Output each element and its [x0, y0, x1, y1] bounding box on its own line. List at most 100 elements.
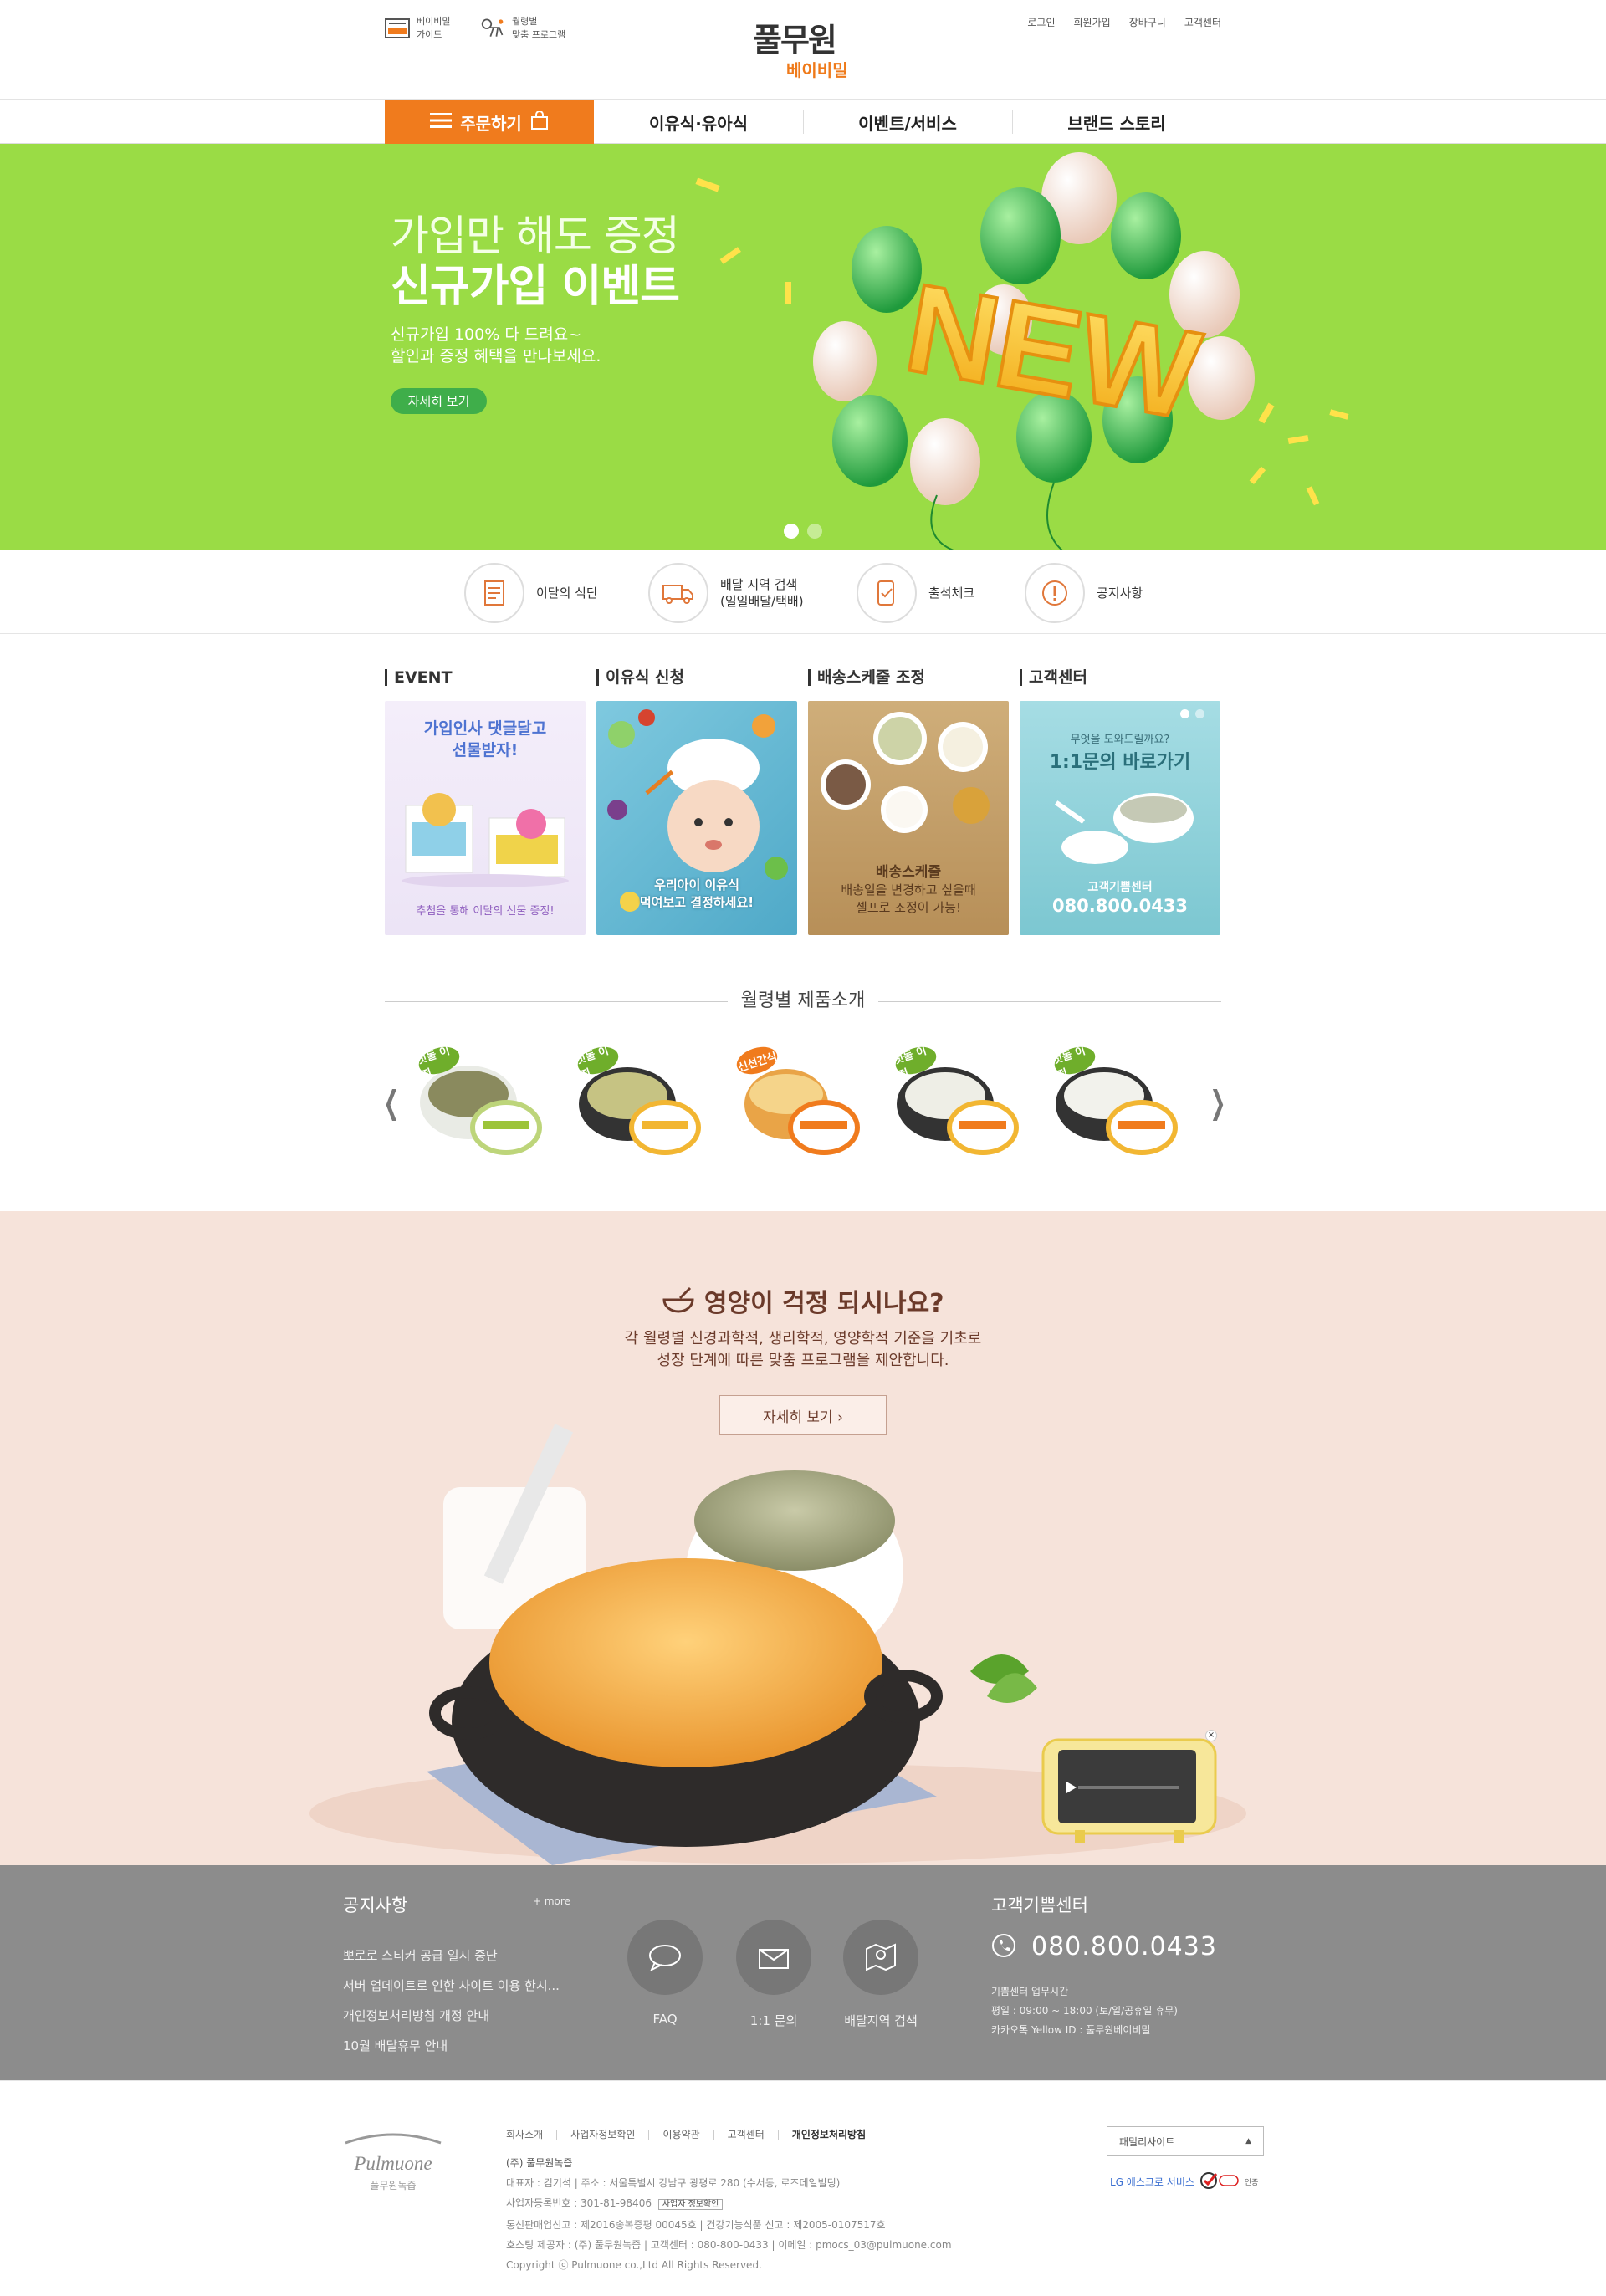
footer-link-terms[interactable]: 이용약관: [648, 2130, 713, 2140]
nav-event-service[interactable]: 이벤트/서비스: [803, 100, 1012, 144]
area-search-button[interactable]: 배달지역 검색: [843, 1920, 918, 2029]
month-products-title: 월령별 제품소개: [740, 990, 866, 1011]
product-item[interactable]: 신선간식: [732, 1042, 866, 1168]
attendance-check-icon: [857, 563, 917, 623]
quick-notice-label: 공지사항: [1097, 586, 1143, 601]
notice-item[interactable]: 서버 업데이트로 인한 사이트 이용 한시...: [343, 1971, 577, 2001]
nav-brand-story[interactable]: 브랜드 스토리: [1012, 100, 1221, 144]
footer-copyright: Copyright ⓒ Pulmuone co.,Ltd All Rights …: [506, 2259, 762, 2271]
slide-dot-2[interactable]: [807, 524, 822, 539]
card-schedule-banner[interactable]: 배송스케줄 배송일을 변경하고 싶을때 셀프로 조정이 가능!: [808, 701, 1009, 935]
join-link[interactable]: 회원가입: [1073, 15, 1110, 29]
card-schedule-title: 배송스케줄 조정: [808, 669, 1009, 686]
quick-notice[interactable]: 공지사항: [1025, 563, 1143, 623]
balloons-illustration: NEW: [695, 152, 1349, 550]
faq-button[interactable]: FAQ: [627, 1920, 703, 2027]
card-center-cap-1: 무엇을 도와드릴까요?: [1070, 734, 1170, 746]
month-label-2: 맞춤 프로그램: [512, 29, 566, 40]
footer-brand-sub: 풀무원녹즙: [370, 2180, 417, 2191]
site-logo[interactable]: 풀무원 베이비밀: [753, 23, 862, 82]
inquiry-button[interactable]: 1:1 문의: [736, 1920, 811, 2029]
notice-item[interactable]: 개인정보처리방침 개정 안내: [343, 2001, 577, 2031]
card-event-banner[interactable]: 가입인사 댓글달고 선물받자! 추첨을 통해 이달의 선물 증정!: [385, 701, 586, 935]
babymeal-guide-link[interactable]: 베이비밀 가이드: [385, 15, 450, 42]
nutrition-desc-line-2: 성장 단계에 따른 맞춤 프로그램을 제안합니다.: [657, 1352, 949, 1369]
product-item[interactable]: 첫돌 이전: [414, 1042, 548, 1168]
logo-main-text: 풀무원: [753, 22, 837, 59]
card-schedule-cap-2: 배송일을 변경하고 싶을때: [841, 882, 976, 897]
close-video-icon[interactable]: ×: [1205, 1730, 1217, 1741]
bowl-whisk-icon: [662, 1286, 695, 1318]
notice-more-link[interactable]: + more: [533, 1895, 570, 1907]
hours-heading: 기쁨센터 업무시간: [991, 1986, 1069, 1997]
footer-company-info: (주) 풀무원녹즙 대표자 : 김기석 | 주소 : 서울특별시 강남구 광평로…: [506, 2153, 1008, 2275]
card-center-cap-2: 1:1문의 바로가기: [1049, 752, 1191, 773]
notice-list: 뽀로로 스티커 공급 일시 중단 서버 업데이트로 인한 사이트 이용 한시..…: [343, 1941, 577, 2061]
order-label: 주문하기: [460, 113, 522, 134]
order-button[interactable]: 주문하기: [385, 100, 594, 144]
inquiry-label: 1:1 문의: [749, 2013, 798, 2028]
card-event-cap-2: 선물받자!: [452, 741, 519, 759]
quick-menu: 이달의 식단 배달 지역 검색 (일일배달/택배) 출석체크 공지사항: [0, 550, 1606, 634]
card-apply-title: 이유식 신청: [596, 669, 797, 686]
notice-heading: 공지사항: [343, 1895, 408, 1915]
family-site-select[interactable]: 패밀리사이트 ▲: [1107, 2126, 1264, 2156]
hero-desc-line-1: 신규가입 100% 다 드려요~: [391, 325, 582, 344]
escrow-check-icon: [1199, 2171, 1240, 2192]
notice-item[interactable]: 뽀로로 스티커 공급 일시 중단: [343, 1941, 577, 1971]
slide-dot-1[interactable]: [784, 524, 799, 539]
video-tv-widget[interactable]: ×: [1041, 1730, 1217, 1843]
card-center-banner[interactable]: 무엇을 도와드릴까요? 1:1문의 바로가기 고객기쁨센터 080.800.04…: [1020, 701, 1220, 935]
shopping-bag-icon: [530, 110, 549, 134]
quick-delivery-search[interactable]: 배달 지역 검색 (일일배달/택배): [648, 563, 804, 623]
hours-text: 평일 : 09:00 ~ 18:00 (토/일/공휴일 휴무): [991, 2005, 1178, 2017]
site-footer: Pulmuone 풀무원녹즙 회사소개 사업자정보확인 이용약관 고객센터 개인…: [0, 2080, 1606, 2296]
nav-babyfood[interactable]: 이유식·유아식: [594, 100, 803, 144]
escrow-badge[interactable]: LG 에스크로 서비스 인증: [1110, 2171, 1258, 2192]
footer-link-company[interactable]: 회사소개: [506, 2130, 556, 2140]
biz-check-button[interactable]: 사업자 정보확인: [657, 2199, 724, 2210]
baby-crawl-icon: [480, 17, 505, 40]
login-link[interactable]: 로그인: [1027, 15, 1055, 29]
product-item[interactable]: 첫돌 이전: [573, 1042, 707, 1168]
product-item[interactable]: 첫돌 이전: [1050, 1042, 1184, 1168]
product-item[interactable]: 첫돌 이전: [891, 1042, 1025, 1168]
hero-description: 신규가입 100% 다 드려요~ 할인과 증정 혜택을 만나보세요.: [391, 324, 725, 367]
info-bar: 공지사항 + more 뽀로로 스티커 공급 일시 중단 서버 업데이트로 인한…: [0, 1865, 1606, 2080]
divider: [878, 1001, 1221, 1002]
center-phone-number: 080.800.0433: [1031, 1932, 1217, 1961]
porridge-bowls-illustration: [1054, 793, 1194, 864]
month-program-link[interactable]: 월령별 맞춤 프로그램: [480, 15, 565, 42]
utility-links: 로그인 회원가입 장바구니 고객센터: [1027, 15, 1221, 29]
footer-link-center[interactable]: 고객센터: [713, 2130, 778, 2140]
footer-line-1: 대표자 : 김기석 | 주소 : 서울특별시 강남구 광평로 280 (수서동,…: [506, 2177, 841, 2189]
escrow-label: LG 에스크로 서비스: [1110, 2176, 1194, 2188]
card-babyfood-apply: 이유식 신청 우리아이 이유식 먹여보고 결정하세요!: [596, 669, 797, 935]
menu-list-icon: [464, 563, 524, 623]
footer-link-privacy[interactable]: 개인정보처리방침: [777, 2130, 879, 2140]
nutrition-desc-line-1: 각 월령별 신경과학적, 생리학적, 영양학적 기준을 기초로: [624, 1330, 982, 1347]
products-next-arrow[interactable]: ❯: [1210, 1084, 1225, 1121]
footer-link-bizinfo[interactable]: 사업자정보확인: [556, 2130, 648, 2140]
hero-detail-button[interactable]: 자세히 보기: [391, 388, 487, 414]
balloon-new-text: NEW: [897, 257, 1210, 446]
family-site-label: 패밀리사이트: [1119, 2135, 1175, 2148]
nutrition-title-text: 영양이 걱정 되시나요?: [703, 1289, 944, 1318]
card-apply-banner[interactable]: 우리아이 이유식 먹여보고 결정하세요!: [596, 701, 797, 935]
customer-center-link[interactable]: 고객센터: [1184, 15, 1221, 29]
quick-attendance-label: 출석체크: [928, 586, 975, 601]
hero-title-bold: 신규가입 이벤트: [391, 262, 680, 312]
products-prev-arrow[interactable]: ❮: [383, 1084, 399, 1121]
card-slide-dot-2[interactable]: [1195, 709, 1204, 718]
nutrition-description: 각 월령별 신경과학적, 생리학적, 영양학적 기준을 기초로성장 단계에 따른…: [0, 1328, 1606, 1372]
card-slide-dot-1[interactable]: [1180, 709, 1189, 718]
notice-item[interactable]: 10월 배달휴무 안내: [343, 2031, 577, 2061]
card-center-phone: 080.800.0433: [1051, 896, 1189, 916]
quick-monthly-menu[interactable]: 이달의 식단: [464, 563, 598, 623]
gift-boxes-illustration: [402, 793, 569, 887]
card-delivery-schedule: 배송스케줄 조정 배송스케줄 배송일을 변경하고 싶을때 셀프로 조정이 가능!: [808, 669, 1009, 935]
card-event: EVENT 가입인사 댓글달고 선물받자! 추첨을 통해 이달의 선물 증정!: [385, 669, 586, 935]
cart-link[interactable]: 장바구니: [1129, 15, 1166, 29]
nutrition-title: 영양이 걱정 되시나요?: [0, 1282, 1606, 1319]
quick-attendance[interactable]: 출석체크: [857, 563, 974, 623]
